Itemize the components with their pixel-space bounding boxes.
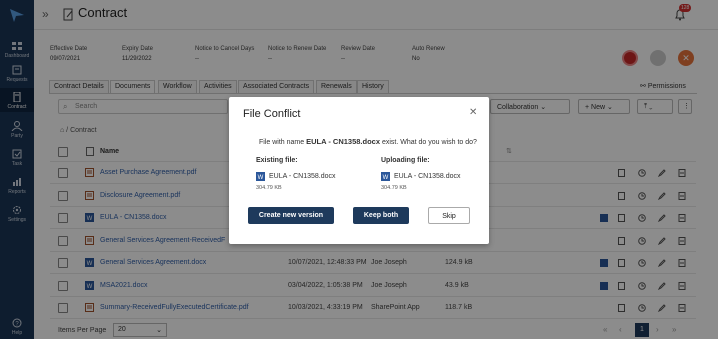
svg-text:W: W (383, 175, 389, 181)
msg-filename: EULA - CN1358.docx (306, 137, 381, 146)
uploading-file-name: EULA - CN1358.docx (394, 173, 461, 180)
existing-file-label: Existing file: (256, 157, 298, 164)
file-conflict-dialog: File Conflict ✕ File with name EULA - CN… (229, 97, 489, 244)
create-new-version-button[interactable]: Create new version (248, 207, 334, 224)
msg-suffix: exist. What do you wish to do? (381, 139, 477, 146)
conflict-message: File with name EULA - CN1358.docx exist.… (259, 137, 477, 146)
existing-file-size: 304.79 KB (256, 185, 282, 191)
uploading-file-label: Uploading file: (381, 157, 430, 164)
skip-button[interactable]: Skip (428, 207, 470, 224)
existing-file-name: EULA - CN1358.docx (269, 173, 336, 180)
word-file-icon: W (381, 172, 390, 181)
svg-text:W: W (258, 175, 264, 181)
close-icon[interactable]: ✕ (469, 107, 477, 118)
dialog-title: File Conflict (243, 108, 301, 120)
msg-prefix: File with name (259, 139, 305, 146)
word-file-icon: W (256, 172, 265, 181)
uploading-file-size: 304.79 KB (381, 185, 407, 191)
keep-both-button[interactable]: Keep both (353, 207, 409, 224)
